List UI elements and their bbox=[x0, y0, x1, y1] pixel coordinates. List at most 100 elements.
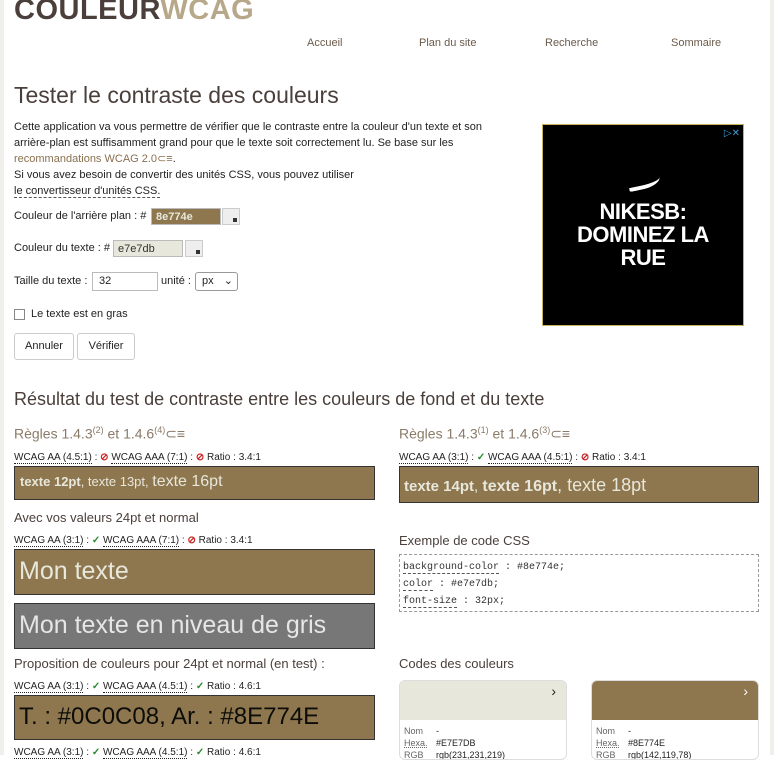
nav-recherche[interactable]: Recherche bbox=[545, 37, 598, 49]
bg-color-picker[interactable] bbox=[222, 208, 240, 225]
text-color-label: Couleur du texte : # bbox=[14, 242, 111, 254]
page-title: Tester le contraste des couleurs bbox=[14, 82, 339, 108]
rules-text: et 1.4.6 bbox=[103, 425, 155, 442]
left-sample: texte 12pt, texte 13pt, texte 16pt bbox=[14, 466, 375, 500]
card-key: RGB bbox=[404, 750, 424, 760]
bold-label: Le texte est en gras bbox=[31, 308, 128, 320]
css-value: : #8e774e; bbox=[499, 562, 566, 573]
text-color-swatch: › bbox=[400, 681, 566, 720]
pass-icon: ✓ bbox=[91, 747, 101, 758]
text-size-label: Taille du texte : bbox=[14, 275, 88, 287]
proposal-title: Proposition de couleurs pour 24pt et nor… bbox=[14, 656, 325, 671]
verify-button[interactable]: Vérifier bbox=[77, 333, 135, 360]
unit-select[interactable]: px ⌄ bbox=[195, 272, 238, 291]
rules-ref[interactable]: (3) bbox=[539, 425, 550, 435]
card-key: Hexa. bbox=[596, 738, 620, 748]
card-value: #E7E7DB bbox=[436, 738, 476, 748]
wcag-aa-label: WCAG AA (3:1) bbox=[14, 535, 84, 547]
fail-icon: ⊘ bbox=[187, 535, 196, 546]
logo-part1: COULEUR bbox=[14, 0, 161, 26]
your-values-title: Avec vos valeurs 24pt et normal bbox=[14, 510, 199, 525]
pass-icon: ✓ bbox=[476, 452, 486, 463]
rules-ref[interactable]: (1) bbox=[478, 425, 489, 435]
rules-ref[interactable]: (2) bbox=[93, 425, 104, 435]
rules-text: et 1.4.6 bbox=[488, 425, 540, 442]
text-color-input[interactable]: e7e7db bbox=[113, 240, 183, 257]
card-key: Nom bbox=[404, 726, 424, 736]
css-example-title: Exemple de code CSS bbox=[399, 533, 530, 548]
card-key: Nom bbox=[596, 726, 616, 736]
card-value: rgb(142,119,78) bbox=[628, 750, 692, 760]
sample-bold: texte 16pt bbox=[482, 478, 558, 495]
css-value: : 32px; bbox=[457, 596, 506, 607]
chevron-right-icon[interactable]: › bbox=[551, 683, 556, 699]
text-color-picker[interactable] bbox=[185, 240, 203, 257]
right-frame bbox=[770, 0, 774, 755]
bg-color-input[interactable]: 8e774e bbox=[151, 208, 221, 225]
sample-bold: texte 14pt bbox=[404, 478, 475, 495]
rules-text: Règles 1.4.3 bbox=[14, 425, 93, 442]
external-link-icon[interactable]: ⊂≡ bbox=[165, 426, 185, 442]
fail-icon: ⊘ bbox=[100, 452, 109, 463]
sample-text-box: Mon texte bbox=[14, 549, 375, 595]
right-rules-title: Règles 1.4.3(1) et 1.4.6(3)⊂≡ bbox=[399, 425, 570, 443]
ratio-value: 3.4:1 bbox=[238, 452, 261, 463]
pass-icon: ✓ bbox=[195, 747, 205, 758]
ratio-label: Ratio bbox=[206, 747, 231, 758]
sample-text: , texte 18pt bbox=[557, 475, 647, 495]
ad-line: RUE bbox=[620, 245, 666, 270]
wcag-aaa-label: WCAG AAA (4.5:1) bbox=[487, 452, 573, 464]
logo[interactable]: COULEURWCAG bbox=[14, 0, 254, 27]
wcag-aaa-label: WCAG AAA (7:1) bbox=[102, 535, 180, 547]
card-value: #8E774E bbox=[628, 738, 666, 748]
nav-sommaire[interactable]: Sommaire bbox=[671, 37, 721, 49]
intro-line: arrière-plan est suffisamment grand pour… bbox=[14, 137, 454, 149]
ad-line: DOMINEZ LA bbox=[577, 222, 709, 247]
bold-checkbox[interactable] bbox=[14, 309, 25, 320]
ad-close-icon[interactable]: ▷✕ bbox=[724, 128, 740, 139]
nav-plan-du-site[interactable]: Plan du site bbox=[419, 37, 476, 49]
intro-line: Cette application va vous permettre de v… bbox=[14, 121, 483, 133]
chevron-down-icon: ⌄ bbox=[223, 275, 233, 287]
proposal-wcag: WCAG AA (3:1) : ✓ WCAG AAA (4.5:1) : ✓ R… bbox=[14, 681, 261, 693]
color-codes-title: Codes des couleurs bbox=[399, 656, 514, 671]
card-value: rgb(231,231,219) bbox=[436, 750, 506, 760]
intro-text: Cette application va vous permettre de v… bbox=[14, 119, 504, 199]
ad-line: NIKESB: bbox=[599, 199, 687, 224]
bg-color-label: Couleur de l'arrière plan : # bbox=[14, 210, 147, 222]
css-property: background-color bbox=[403, 562, 500, 574]
advertisement[interactable]: ▷✕ NIKESB: DOMINEZ LA RUE bbox=[542, 124, 744, 326]
pass-icon: ✓ bbox=[91, 535, 101, 546]
left-wcag-result: WCAG AA (4.5:1) : ⊘ WCAG AAA (7:1) : ⊘ R… bbox=[14, 452, 261, 464]
cancel-button[interactable]: Annuler bbox=[14, 333, 74, 360]
css-converter-link[interactable]: le convertisseur d'unités CSS. bbox=[14, 185, 161, 198]
card-key: RGB bbox=[596, 750, 616, 760]
sample-bold: texte 12pt bbox=[20, 474, 81, 489]
result-title: Résultat du test de contraste entre les … bbox=[14, 389, 545, 409]
text-color-card[interactable]: › Nom - Hexa. #E7E7DB RGB rgb(231,231,219) bbox=[399, 680, 567, 760]
right-sample: texte 14pt, texte 16pt, texte 18pt bbox=[399, 466, 759, 503]
bg-color-card[interactable]: › Nom - Hexa. #8E774E RGB rgb(142,119,78) bbox=[591, 680, 759, 760]
wcag-aaa-label: WCAG AAA (4.5:1) bbox=[102, 681, 188, 693]
sample-text: texte 16pt bbox=[152, 473, 223, 490]
unit-value: px bbox=[202, 275, 214, 287]
wcag-aa-label: WCAG AA (4.5:1) bbox=[14, 452, 92, 464]
text-size-input[interactable]: 32 bbox=[92, 272, 158, 291]
chevron-right-icon[interactable]: › bbox=[743, 683, 748, 699]
card-key: Hexa. bbox=[404, 738, 428, 748]
nav-accueil[interactable]: Accueil bbox=[307, 37, 342, 49]
unit-label: unité : bbox=[161, 275, 191, 287]
grayscale-sample-box: Mon texte en niveau de gris bbox=[14, 603, 375, 649]
ratio-label: Ratio bbox=[206, 681, 231, 692]
proposal-wcag-2: WCAG AA (3:1) : ✓ WCAG AAA (4.5:1) : ✓ R… bbox=[14, 747, 261, 759]
external-link-icon[interactable]: ⊂≡ bbox=[550, 426, 570, 442]
logo-part2: WCAG bbox=[160, 0, 255, 26]
wcag-recommendations-link[interactable]: recommandations WCAG 2.0 bbox=[14, 153, 157, 165]
pass-icon: ✓ bbox=[195, 681, 205, 692]
ratio-value: 3.4:1 bbox=[623, 452, 646, 463]
proposal-sample-box: T. : #0C0C08, Ar. : #8E774E bbox=[14, 695, 375, 740]
bg-color-swatch: › bbox=[592, 681, 758, 720]
pass-icon: ✓ bbox=[91, 681, 101, 692]
wcag-aaa-label: WCAG AAA (4.5:1) bbox=[102, 747, 188, 759]
rules-ref[interactable]: (4) bbox=[154, 425, 165, 435]
